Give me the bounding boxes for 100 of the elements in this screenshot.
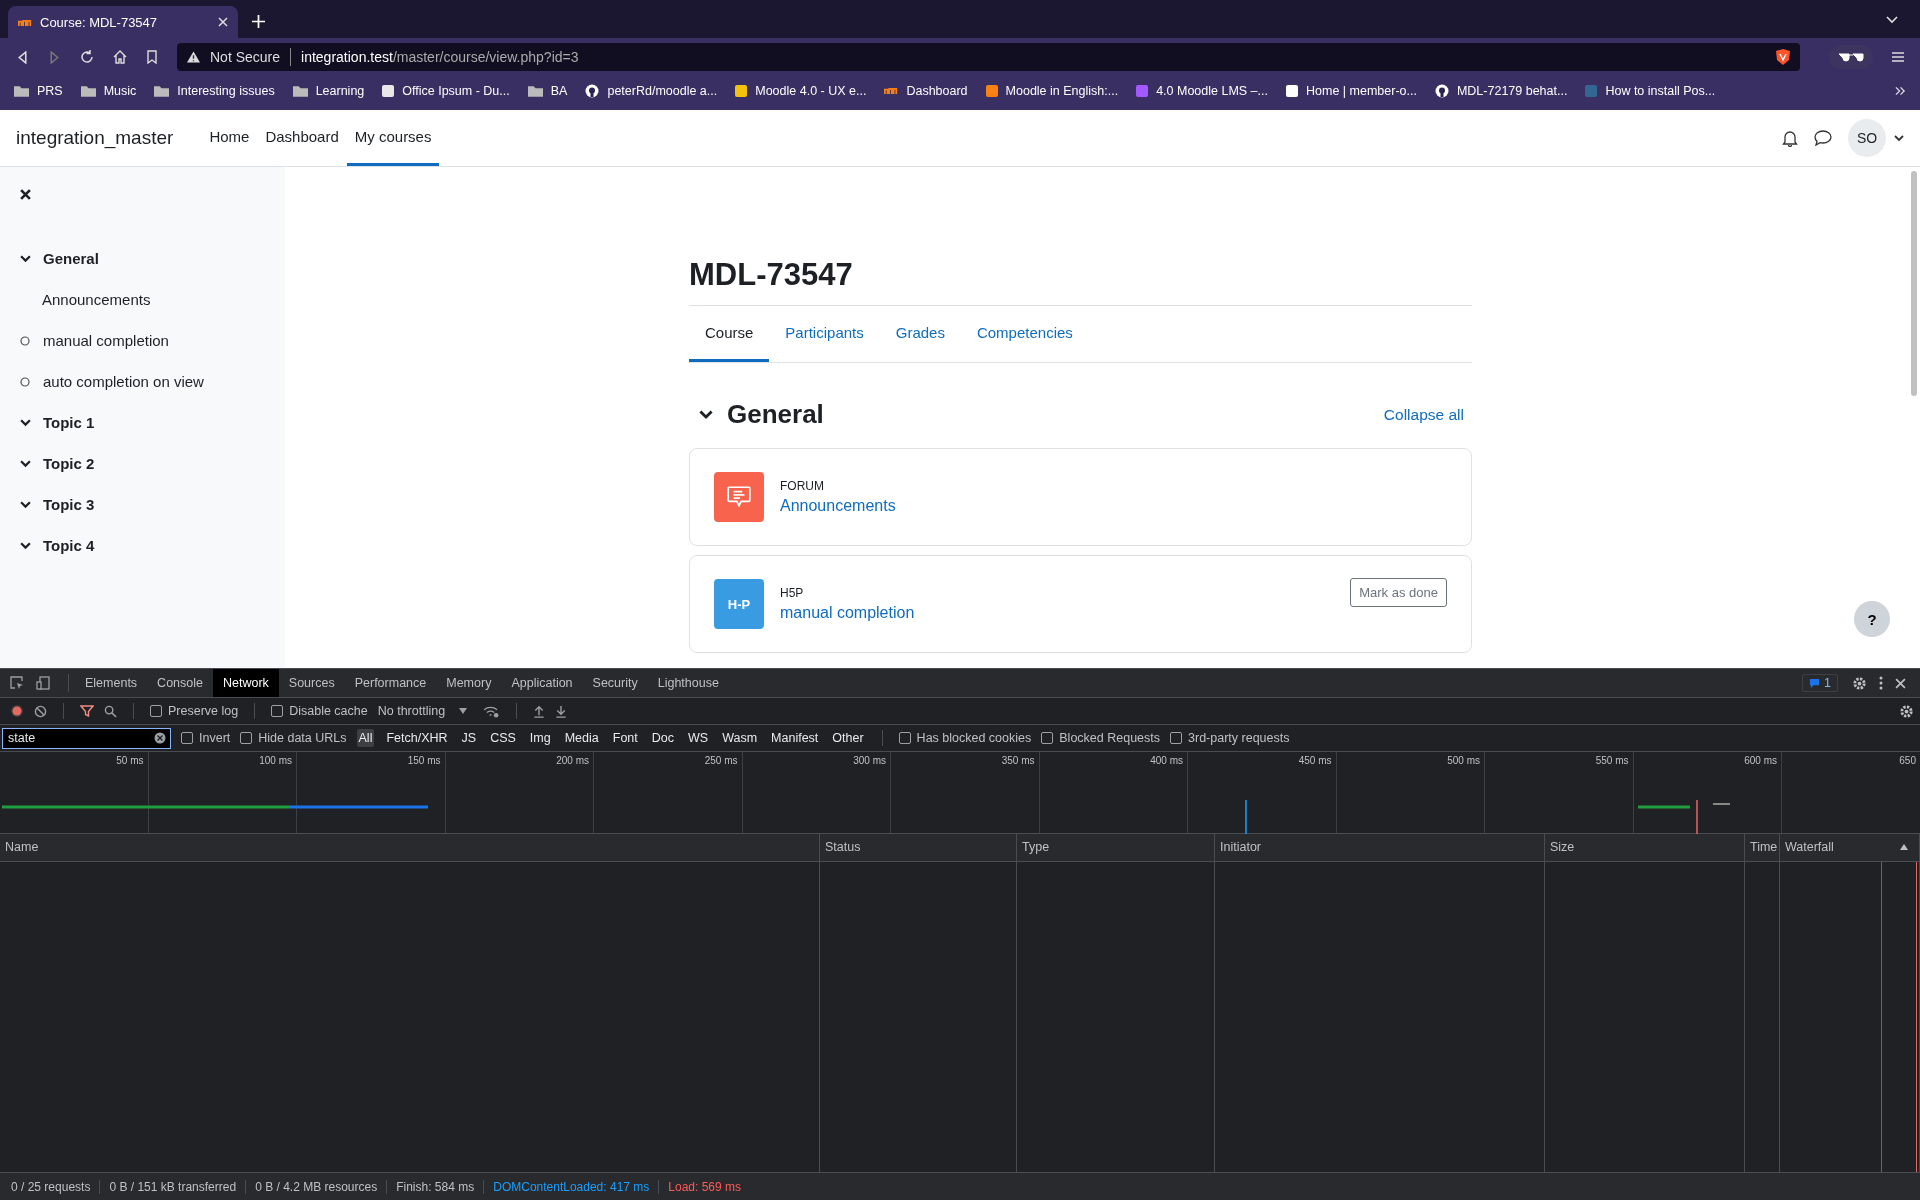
bookmark-item[interactable]: Dashboard: [884, 83, 968, 98]
filter-input[interactable]: state: [2, 727, 171, 749]
search-icon[interactable]: [104, 704, 117, 718]
mark-as-done-button[interactable]: Mark as done: [1350, 578, 1447, 607]
more-options-icon[interactable]: [1879, 676, 1883, 690]
course-index-item[interactable]: Topic 4: [20, 525, 285, 566]
activity-link[interactable]: Announcements: [780, 497, 896, 515]
close-icon[interactable]: [20, 189, 31, 200]
glasses-icon[interactable]: [1829, 45, 1873, 69]
menu-icon[interactable]: [1892, 52, 1904, 62]
bookmark-item[interactable]: How to install Pos...: [1585, 83, 1716, 98]
filter-checkbox[interactable]: Blocked Requests: [1041, 731, 1161, 745]
chevron-icon[interactable]: [20, 254, 31, 263]
preserve-log-checkbox[interactable]: Preserve log: [150, 704, 239, 718]
bell-icon[interactable]: [1782, 129, 1798, 147]
throttling-dropdown[interactable]: No throttling: [377, 704, 468, 718]
chevron-icon[interactable]: [20, 541, 31, 550]
chevron-icon[interactable]: [20, 500, 31, 509]
column-header[interactable]: Status: [820, 834, 1017, 861]
bookmark-item[interactable]: PRS: [14, 83, 63, 98]
devtools-tab[interactable]: Performance: [344, 669, 437, 697]
devtools-tab[interactable]: Network: [213, 669, 279, 697]
site-name[interactable]: integration_master: [16, 127, 174, 149]
course-index-item[interactable]: auto completion on view: [20, 361, 285, 402]
inspect-icon[interactable]: [10, 676, 24, 690]
disable-cache-checkbox[interactable]: Disable cache: [271, 704, 368, 718]
bookmark-item[interactable]: Home | member-o...: [1286, 83, 1417, 98]
course-index-item[interactable]: Announcements: [20, 279, 285, 320]
bookmark-icon[interactable]: [146, 50, 158, 64]
course-index-item[interactable]: Topic 2: [20, 443, 285, 484]
forward-icon[interactable]: [48, 50, 61, 64]
filter-checkbox[interactable]: Has blocked cookies: [898, 731, 1032, 745]
bookmark-item[interactable]: Office Ipsum - Du...: [382, 83, 510, 98]
column-header[interactable]: Size: [1545, 834, 1745, 861]
course-tab[interactable]: Competencies: [960, 306, 1089, 362]
bookmark-item[interactable]: 4.0 Moodle LMS –...: [1136, 83, 1268, 98]
more-chevron-icon[interactable]: [1895, 85, 1906, 96]
bookmark-item[interactable]: Music: [80, 83, 137, 98]
column-header[interactable]: Initiator: [1215, 834, 1545, 861]
user-avatar[interactable]: SO: [1848, 119, 1886, 157]
column-header[interactable]: Time: [1745, 834, 1780, 861]
course-tab[interactable]: Grades: [879, 306, 961, 362]
devtools-tab[interactable]: Elements: [75, 669, 148, 697]
type-filter-button[interactable]: CSS: [488, 729, 518, 747]
chevron-icon[interactable]: [20, 418, 31, 427]
plus-icon[interactable]: [252, 15, 265, 28]
bookmark-item[interactable]: MDL-72179 behat...: [1434, 83, 1568, 98]
course-index-item[interactable]: manual completion: [20, 320, 285, 361]
devtools-tab[interactable]: Sources: [278, 669, 345, 697]
type-filter-button[interactable]: WS: [686, 729, 711, 747]
type-filter-button[interactable]: Img: [527, 729, 553, 747]
sort-arrow-icon[interactable]: [1900, 844, 1908, 850]
devtools-tab[interactable]: Security: [582, 669, 648, 697]
issues-badge[interactable]: 1: [1802, 674, 1838, 692]
devtools-tab[interactable]: Memory: [436, 669, 502, 697]
help-button[interactable]: ?: [1854, 601, 1890, 637]
wifi-settings-icon[interactable]: [483, 704, 501, 718]
download-icon[interactable]: [555, 704, 568, 718]
bookmark-item[interactable]: peterRd/moodle a...: [585, 83, 718, 98]
type-filter-button[interactable]: Media: [562, 729, 601, 747]
type-filter-button[interactable]: JS: [459, 729, 479, 747]
course-index-item[interactable]: General: [20, 238, 285, 279]
course-tab[interactable]: Participants: [769, 306, 880, 362]
chat-bubble-icon[interactable]: [1814, 130, 1832, 146]
browser-tab[interactable]: Course: MDL-73547: [8, 6, 238, 38]
activity-link[interactable]: manual completion: [780, 604, 915, 622]
address-bar[interactable]: Not Secure integration.test/master/course/view.php?id=3: [177, 43, 1800, 71]
home-icon[interactable]: [113, 50, 127, 64]
bookmark-item[interactable]: BA: [527, 83, 568, 98]
filter-checkbox[interactable]: 3rd-party requests: [1170, 731, 1290, 745]
course-index-item[interactable]: Topic 3: [20, 484, 285, 525]
caret-icon[interactable]: [1894, 134, 1904, 142]
scrollbar[interactable]: [1911, 171, 1917, 396]
settings-icon[interactable]: [1899, 703, 1914, 719]
column-header[interactable]: Name: [0, 834, 820, 861]
shield-icon[interactable]: [1776, 49, 1790, 65]
caret-icon[interactable]: [459, 708, 468, 714]
collapse-all-link[interactable]: Collapse all: [1383, 405, 1464, 424]
upload-icon[interactable]: [533, 704, 546, 718]
clear-icon[interactable]: [154, 732, 166, 744]
type-filter-button[interactable]: Fetch/XHR: [384, 729, 450, 747]
clear-icon[interactable]: [34, 704, 47, 718]
devtools-tab[interactable]: Application: [501, 669, 583, 697]
filter-icon[interactable]: [80, 705, 94, 717]
bookmark-item[interactable]: Learning: [292, 83, 365, 98]
type-filter-button[interactable]: Doc: [649, 729, 676, 747]
course-tab[interactable]: Course: [689, 306, 770, 362]
reload-icon[interactable]: [80, 50, 94, 64]
invert-checkbox[interactable]: Invert: [181, 731, 231, 745]
device-toolbar-icon[interactable]: [36, 676, 50, 690]
bookmark-item[interactable]: Moodle in English:...: [985, 83, 1119, 98]
devtools-tab[interactable]: Lighthouse: [647, 669, 729, 697]
hide-data-urls-checkbox[interactable]: Hide data URLs: [240, 731, 347, 745]
type-filter-button[interactable]: All: [356, 729, 375, 747]
nav-link[interactable]: Dashboard: [257, 110, 347, 166]
type-filter-button[interactable]: Manifest: [769, 729, 821, 747]
bookmark-item[interactable]: Moodle 4.0 - UX e...: [735, 83, 867, 98]
column-header[interactable]: Type: [1017, 834, 1215, 861]
nav-link[interactable]: My courses: [346, 110, 440, 166]
nav-link[interactable]: Home: [201, 110, 258, 166]
